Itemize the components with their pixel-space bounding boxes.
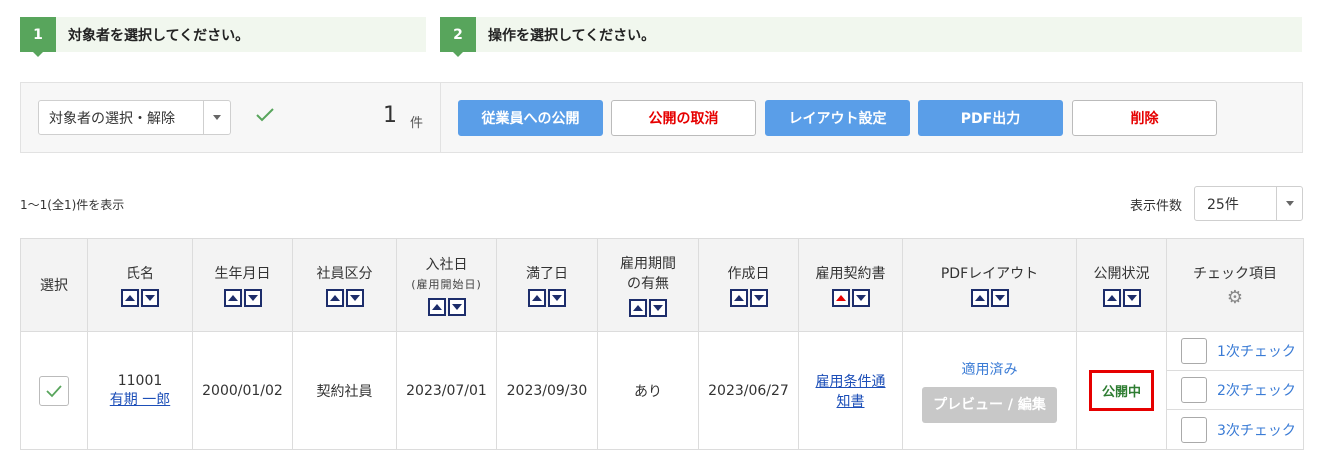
sort-desc-icon[interactable] (990, 289, 1009, 307)
target-select-label: 対象者の選択・解除 (39, 101, 204, 134)
sort-controls (831, 289, 870, 307)
pdf-layout-cell: 適用済み プレビュー / 編集 (902, 331, 1077, 450)
step-1-number: 1 (20, 17, 56, 57)
check-item-1-checkbox[interactable] (1181, 338, 1207, 364)
target-select-dropdown[interactable]: 対象者の選択・解除 (38, 100, 231, 135)
status-badge: 公開中 (1088, 370, 1154, 411)
selected-count: 1 (383, 103, 397, 128)
expiry-date-cell: 2023/09/30 (496, 331, 598, 450)
sort-controls (325, 289, 364, 307)
step-1-text: 対象者を選択してください。 (68, 27, 250, 44)
sort-desc-icon[interactable] (649, 299, 667, 317)
check-item-2: 2次チェック (1167, 371, 1303, 410)
sort-desc-icon[interactable] (345, 289, 364, 307)
header-publish-status: 公開状況 (1076, 238, 1167, 332)
sort-asc-icon[interactable] (629, 299, 647, 317)
header-employee-type: 社員区分 (292, 238, 397, 332)
step-2-text: 操作を選択してください。 (488, 27, 656, 44)
sort-asc-icon[interactable] (223, 289, 242, 307)
contract-cell: 雇用条件通 知書 (798, 331, 903, 450)
check-items-cell: 1次チェック 2次チェック 3次チェック (1166, 331, 1304, 450)
header-employment-period: 雇用期間 の有無 (597, 238, 699, 332)
sort-asc-icon[interactable] (121, 289, 139, 307)
per-page-value: 25件 (1195, 187, 1277, 220)
birth-cell: 2000/01/02 (192, 331, 293, 450)
employee-name-link[interactable]: 有期 一郎 (110, 392, 170, 408)
header-contract: 雇用契約書 (798, 238, 903, 332)
table-header-row: 選択 氏名 生年月日 社員区分 入社日 (雇用開始日) 満了日 雇用期間 の有無… (20, 238, 1304, 332)
select-cell (20, 331, 88, 450)
step-2-banner: 2 操作を選択してください。 (440, 17, 1302, 57)
sort-asc-icon[interactable] (1102, 289, 1121, 307)
header-join-date: 入社日 (雇用開始日) (396, 238, 497, 332)
sort-asc-icon[interactable] (528, 289, 546, 307)
sort-controls (970, 289, 1009, 307)
pdf-output-button[interactable]: PDF出力 (918, 100, 1063, 136)
step-2-number: 2 (440, 17, 476, 57)
gear-icon[interactable]: ⚙ (1167, 287, 1303, 308)
header-select: 選択 (20, 238, 88, 332)
sort-controls (629, 299, 667, 317)
sort-desc-icon[interactable] (141, 289, 159, 307)
sort-desc-icon[interactable] (851, 289, 870, 307)
sort-controls (1102, 289, 1141, 307)
header-name: 氏名 (87, 238, 193, 332)
sort-controls (729, 289, 768, 307)
chevron-down-icon[interactable] (1277, 187, 1302, 220)
per-page-label: 表示件数 (1130, 199, 1183, 214)
sort-asc-icon[interactable] (325, 289, 344, 307)
publish-to-employees-button[interactable]: 従業員への公開 (458, 100, 603, 136)
check-item-2-checkbox[interactable] (1181, 377, 1207, 403)
sort-desc-icon[interactable] (749, 289, 768, 307)
check-item-3: 3次チェック (1167, 410, 1303, 449)
contract-link[interactable]: 雇用条件通 知書 (816, 374, 886, 410)
toolbar-divider (440, 83, 441, 152)
selected-count-unit: 件 (410, 116, 424, 131)
preview-edit-button[interactable]: プレビュー / 編集 (922, 386, 1057, 423)
layout-settings-button[interactable]: レイアウト設定 (765, 100, 910, 136)
employee-table: 選択 氏名 生年月日 社員区分 入社日 (雇用開始日) 満了日 雇用期間 の有無… (20, 238, 1304, 450)
publish-status-cell: 公開中 (1076, 331, 1167, 450)
action-toolbar: 対象者の選択・解除 1 件 従業員への公開 公開の取消 レイアウト設定 PDF出… (20, 82, 1303, 153)
created-date-cell: 2023/06/27 (698, 331, 799, 450)
name-cell: 11001 有期 一郎 (87, 331, 193, 450)
sort-controls (121, 289, 159, 307)
check-item-1-label[interactable]: 1次チェック (1217, 341, 1296, 361)
chevron-down-icon[interactable] (204, 101, 230, 134)
join-date-cell: 2023/07/01 (396, 331, 497, 450)
sort-asc-icon[interactable] (831, 289, 850, 307)
header-expiry-date: 満了日 (496, 238, 598, 332)
sort-asc-icon[interactable] (427, 298, 446, 316)
check-icon (256, 108, 274, 122)
sort-asc-icon[interactable] (970, 289, 989, 307)
header-check-items: チェック項目 ⚙ (1166, 238, 1304, 332)
check-item-3-label[interactable]: 3次チェック (1217, 420, 1296, 440)
header-pdf-layout: PDFレイアウト (902, 238, 1077, 332)
step-1-banner: 1 対象者を選択してください。 (20, 17, 426, 57)
header-created-date: 作成日 (698, 238, 799, 332)
check-item-3-checkbox[interactable] (1181, 416, 1207, 443)
employment-period-cell: あり (597, 331, 699, 450)
per-page-select[interactable]: 25件 (1194, 186, 1303, 221)
sort-controls (223, 289, 262, 307)
table-row: 11001 有期 一郎 2000/01/02 契約社員 2023/07/01 2… (20, 331, 1304, 450)
result-count-text: 1〜1(全1)件を表示 (20, 198, 125, 212)
sort-desc-icon[interactable] (548, 289, 566, 307)
check-item-1: 1次チェック (1167, 332, 1303, 371)
header-birth: 生年月日 (192, 238, 293, 332)
sort-asc-icon[interactable] (729, 289, 748, 307)
sort-controls (528, 289, 566, 307)
cancel-publish-button[interactable]: 公開の取消 (611, 100, 756, 136)
sort-desc-icon[interactable] (447, 298, 466, 316)
employee-type-cell: 契約社員 (292, 331, 397, 450)
check-icon (46, 384, 62, 397)
employee-id: 11001 (117, 372, 163, 389)
layout-applied-status: 適用済み (961, 361, 1018, 378)
row-select-checkbox[interactable] (39, 375, 69, 406)
sort-desc-icon[interactable] (243, 289, 262, 307)
sort-desc-icon[interactable] (1122, 289, 1141, 307)
check-item-2-label[interactable]: 2次チェック (1217, 380, 1296, 400)
delete-button[interactable]: 削除 (1072, 100, 1217, 136)
sort-controls (427, 298, 466, 316)
